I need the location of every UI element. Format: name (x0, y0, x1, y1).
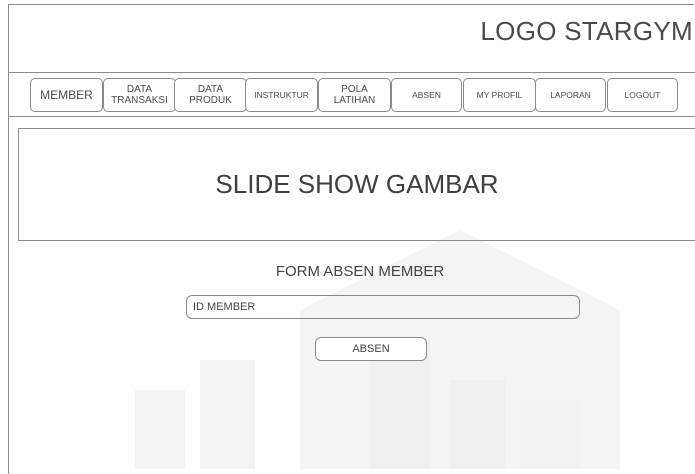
nav-instruktur-button[interactable]: INSTRUKTUR (245, 78, 318, 112)
nav-logout-button[interactable]: LOGOUT (607, 78, 678, 112)
logo-text: LOGO STARGYM (480, 16, 693, 46)
nav-laporan-button[interactable]: LAPORAN (535, 78, 606, 112)
main-navigation: MEMBER DATA TRANSAKSI DATA PRODUK INSTRU… (8, 72, 695, 117)
nav-data-produk-button[interactable]: DATA PRODUK (174, 78, 247, 112)
form-title: FORM ABSEN MEMBER (275, 263, 445, 280)
member-id-input[interactable] (186, 295, 580, 319)
nav-my-profil-button[interactable]: MY PROFIL (463, 78, 536, 112)
absen-submit-button[interactable]: ABSEN (315, 337, 427, 361)
nav-member-button[interactable]: MEMBER (30, 78, 103, 112)
slideshow-area: SLIDE SHOW GAMBAR (18, 128, 695, 241)
nav-absen-button[interactable]: ABSEN (391, 78, 462, 112)
nav-pola-latihan-button[interactable]: POLA LATIHAN (318, 78, 391, 112)
nav-data-transaksi-button[interactable]: DATA TRANSAKSI (103, 78, 176, 112)
